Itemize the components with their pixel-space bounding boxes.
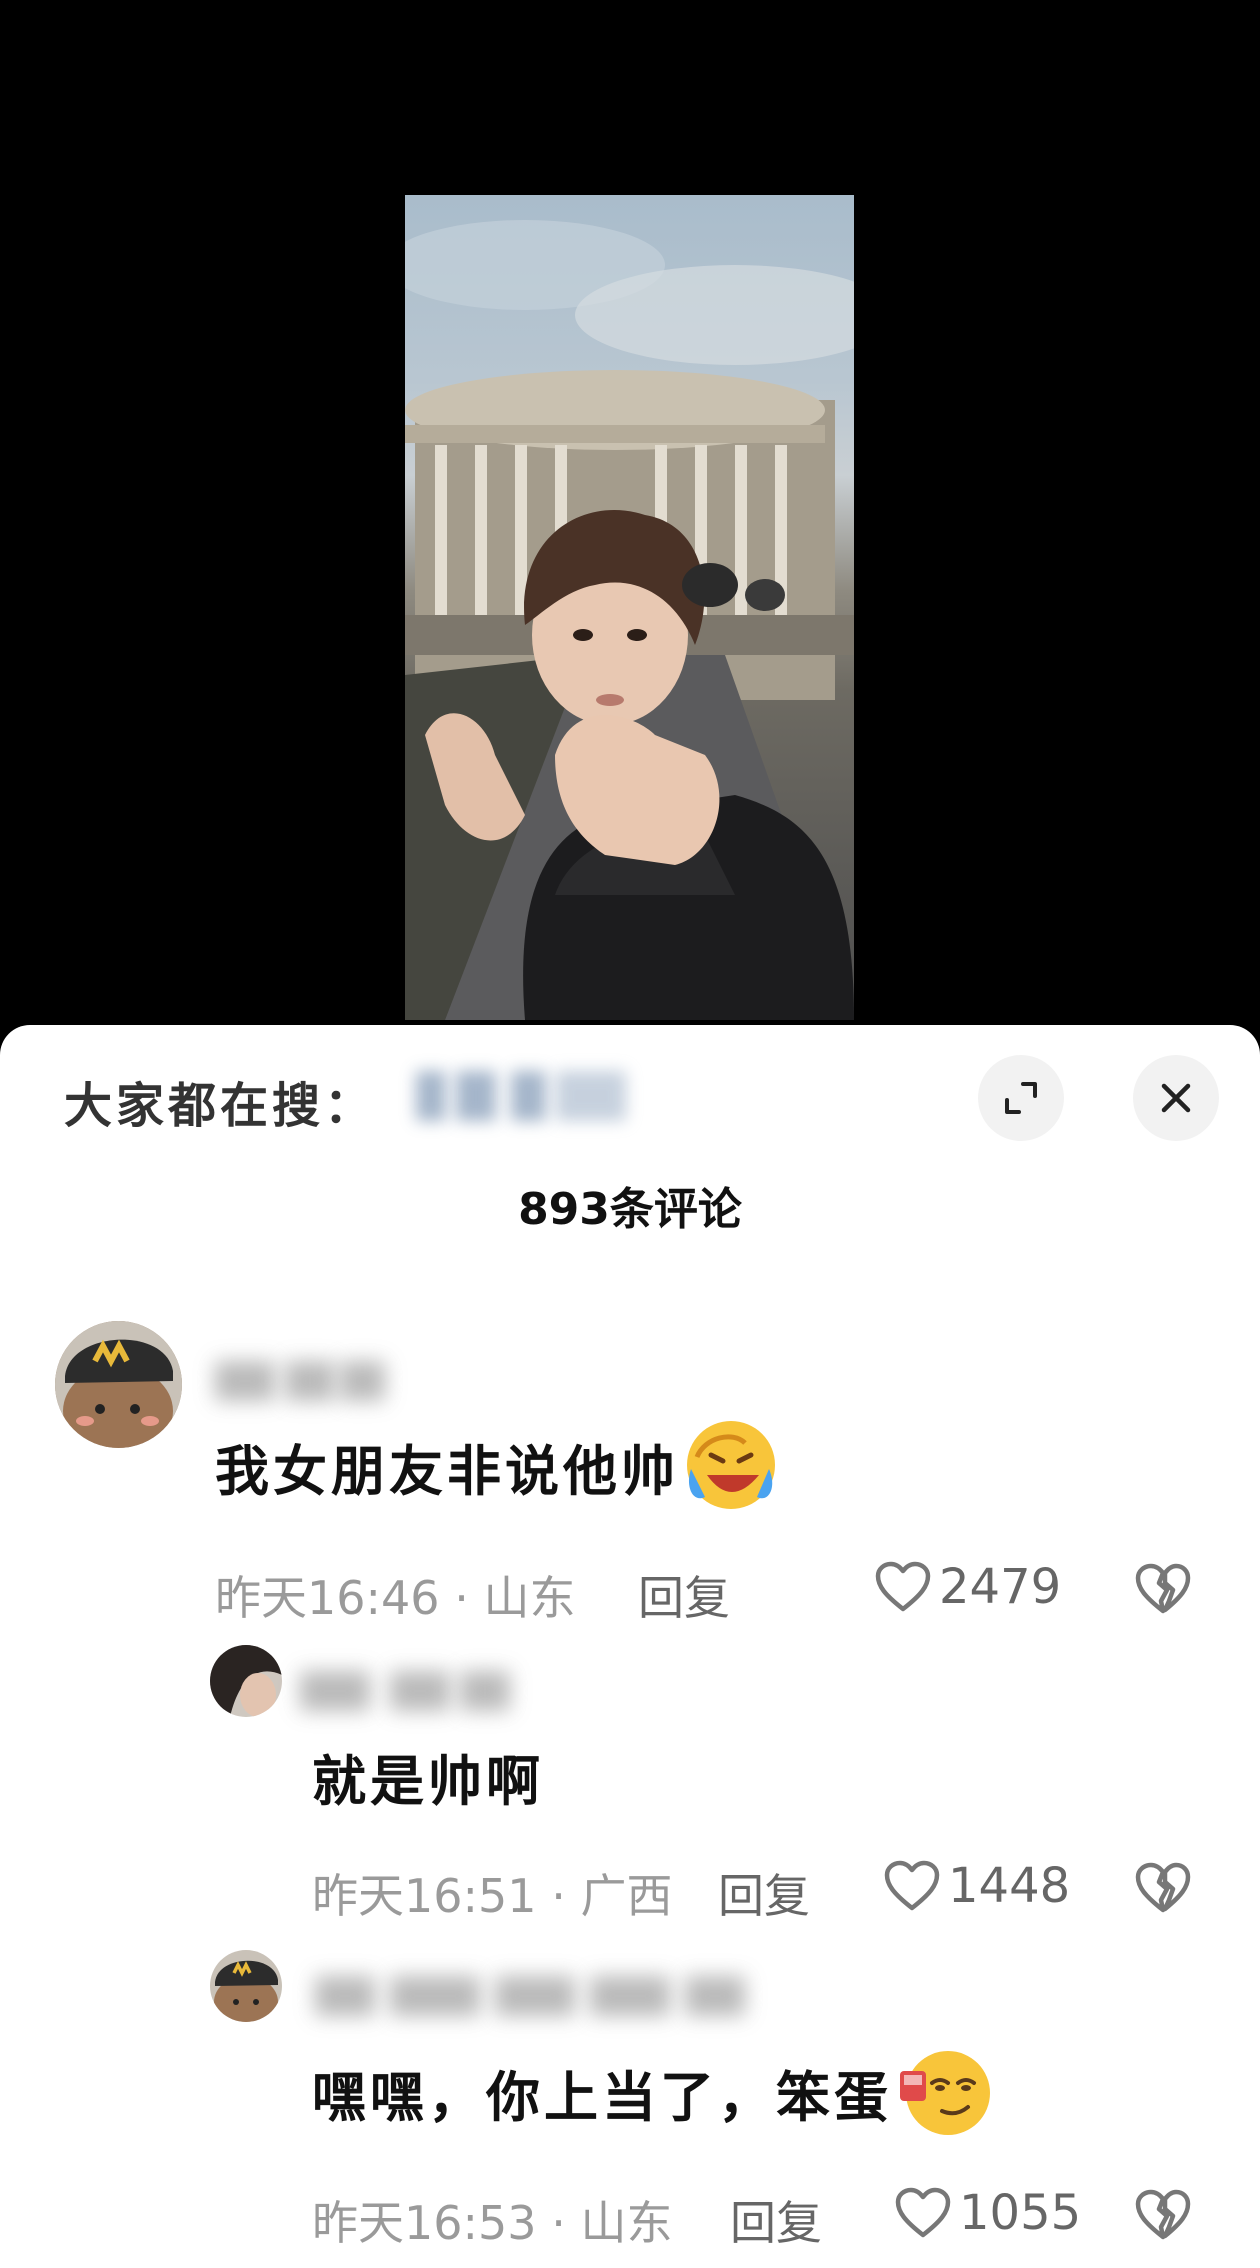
comment-meta: 昨天16:53 · 山东 bbox=[312, 2196, 673, 2250]
dislike-button[interactable] bbox=[1135, 2189, 1191, 2245]
username-redacted[interactable] bbox=[215, 1355, 385, 1407]
avatar[interactable] bbox=[55, 1321, 182, 1448]
comment-text: 我女朋友非说他帅 bbox=[215, 1421, 779, 1513]
close-button[interactable] bbox=[1133, 1055, 1219, 1141]
comment-meta: 昨天16:51 · 广西 bbox=[312, 1869, 673, 1923]
like-button[interactable]: 2479 bbox=[875, 1559, 1061, 1615]
close-icon bbox=[1161, 1083, 1191, 1113]
photo-avatar-image bbox=[210, 1645, 282, 1717]
username-redacted[interactable] bbox=[315, 1970, 745, 2022]
bear-cap-avatar-image bbox=[55, 1321, 182, 1448]
video-player[interactable] bbox=[0, 0, 1260, 1040]
reply-button[interactable]: 回复 bbox=[718, 1860, 810, 1926]
avatar[interactable] bbox=[210, 1645, 282, 1717]
like-button[interactable]: 1448 bbox=[884, 1858, 1070, 1914]
trending-search-label: 大家都在搜： bbox=[64, 1078, 377, 1134]
reply-button[interactable]: 回复 bbox=[638, 1562, 730, 1628]
reply-button[interactable]: 回复 bbox=[730, 2187, 822, 2253]
heart-outline-icon bbox=[884, 1860, 940, 1911]
heart-outline-icon bbox=[895, 2187, 951, 2238]
dislike-button[interactable] bbox=[1135, 1862, 1191, 1918]
comment-sheet: 大家都在搜： 893条评论 我女朋友非说他帅 昨天16:46 · 山东 回复 2… bbox=[0, 1025, 1260, 2268]
heart-outline-icon bbox=[875, 1561, 931, 1612]
trending-search-row[interactable]: 大家都在搜： bbox=[64, 1065, 376, 1137]
smirk-drink-emoji bbox=[896, 2051, 992, 2139]
bear-cap-avatar-image bbox=[210, 1950, 282, 2022]
broken-heart-icon bbox=[1135, 1563, 1191, 1614]
trending-search-term-redacted[interactable] bbox=[416, 1067, 646, 1127]
dislike-button[interactable] bbox=[1135, 1563, 1191, 1619]
comment-text: 嘿嘿，你上当了，笨蛋 bbox=[312, 2051, 992, 2139]
video-frame[interactable] bbox=[405, 195, 854, 1020]
comment-count: 893条评论 bbox=[518, 1184, 742, 1235]
video-still-image bbox=[405, 220, 854, 1020]
broken-heart-icon bbox=[1135, 1862, 1191, 1913]
like-button[interactable]: 1055 bbox=[895, 2185, 1081, 2241]
username-redacted[interactable] bbox=[300, 1665, 510, 1717]
crying-laughing-emoji bbox=[683, 1421, 779, 1513]
comment-meta: 昨天16:46 · 山东 bbox=[215, 1571, 576, 1625]
expand-button[interactable] bbox=[978, 1055, 1064, 1141]
expand-icon bbox=[1005, 1082, 1037, 1114]
avatar[interactable] bbox=[210, 1950, 282, 2022]
broken-heart-icon bbox=[1135, 2189, 1191, 2240]
comment-text: 就是帅啊 bbox=[312, 1750, 544, 1813]
